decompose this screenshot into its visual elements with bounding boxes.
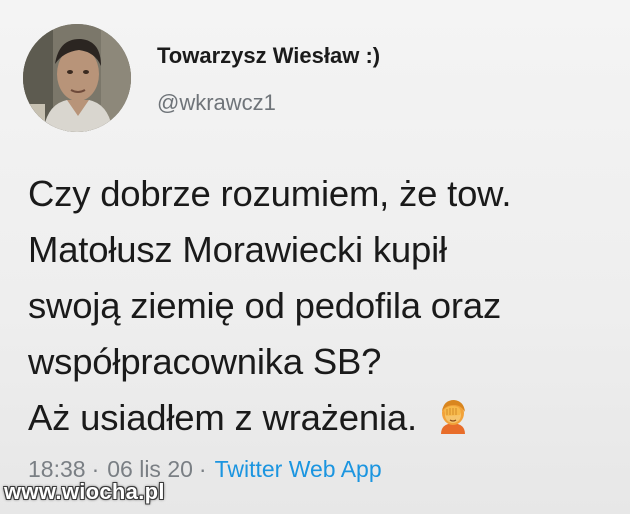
watermark: www.wiocha.pl <box>4 479 165 504</box>
meta-separator: · <box>198 456 207 482</box>
tweet-text-line: Czy dobrze rozumiem, że tow. <box>28 173 512 214</box>
tweet-text: Czy dobrze rozumiem, że tow. Matołusz Mo… <box>28 166 624 446</box>
tweet-card: Towarzysz Wiesław :) @wkrawcz1 Czy dobrz… <box>0 0 630 514</box>
tweet-text-line: Matołusz Morawiecki kupił <box>28 229 447 270</box>
tweet-text-line-last: Aż usiadłem z wrażenia. <box>28 390 624 446</box>
tweet-source-app-link[interactable]: Twitter Web App <box>215 456 382 482</box>
tweet-text-line: współpracownika SB? <box>28 341 382 382</box>
tweet-text-line-content: Aż usiadłem z wrażenia. <box>28 397 417 438</box>
facepalm-emoji-icon <box>435 394 471 434</box>
avatar[interactable] <box>23 24 131 132</box>
avatar-image <box>23 24 131 132</box>
user-handle[interactable]: @wkrawcz1 <box>157 90 276 116</box>
tweet-text-line: swoją ziemię od pedofila oraz <box>28 285 502 326</box>
display-name[interactable]: Towarzysz Wiesław :) <box>157 43 380 69</box>
